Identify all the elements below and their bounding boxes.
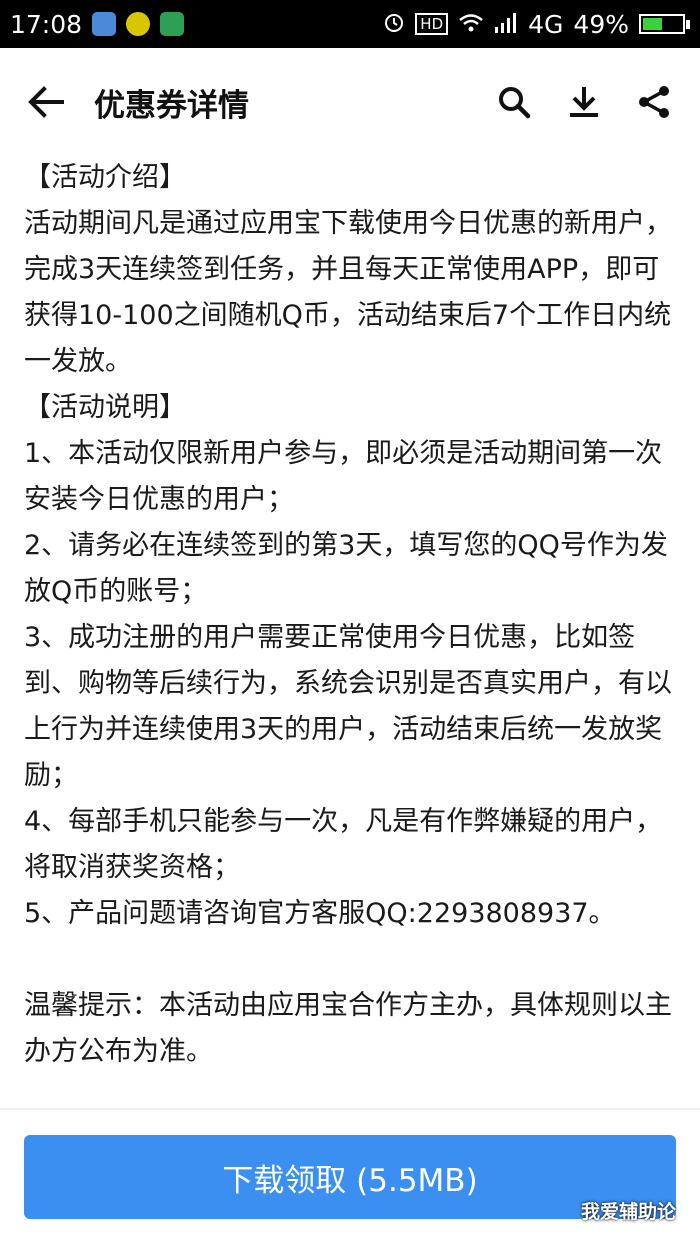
page-title: 优惠券详情 [94, 87, 249, 124]
alarm-icon [383, 10, 405, 39]
status-time: 17:08 [10, 9, 83, 39]
battery-percent: 49% [573, 9, 629, 39]
divider [0, 1108, 700, 1110]
plus-badge-icon [126, 12, 151, 36]
wifi-icon [458, 10, 484, 39]
text-line: 【活动说明】 [24, 392, 186, 423]
download-claim-button[interactable]: 下载领取 (5.5MB) [24, 1135, 676, 1219]
download-claim-label: 下载领取 (5.5MB) [222, 1162, 478, 1199]
coupon-description: 【活动介绍】 活动期间凡是通过应用宝下载使用今日优惠的新用户， 完成3天连续签到… [24, 155, 684, 1075]
status-right: HD 4G 49% [373, 10, 690, 39]
text-line: 2、请务必在连续签到的第3天，填写您的QQ号作为发 [24, 530, 668, 561]
text-line: 5、产品问题请咨询官方客服QQ:2293808937。 [24, 898, 616, 929]
text-line: 4、每部手机只能参与一次，凡是有作弊嫌疑的用户， [24, 806, 663, 837]
back-button[interactable] [24, 80, 68, 124]
text-line: 一发放。 [24, 346, 132, 377]
text-line: 办方公布为准。 [24, 1036, 213, 1067]
text-line: 完成3天连续签到任务，并且每天正常使用APP，即可 [24, 254, 660, 285]
text-line: 将取消获奖资格； [24, 852, 240, 883]
watermark: 我爱辅助论 [580, 1201, 676, 1223]
text-line: 获得10-100之间随机Q币，活动结束后7个工作日内统 [24, 300, 672, 331]
app-bar: 优惠券详情 [0, 48, 700, 156]
text-line: 安装今日优惠的用户； [24, 484, 294, 515]
hd-badge: HD [415, 13, 449, 35]
network-type: 4G [528, 9, 564, 39]
text-line: 温馨提示：本活动由应用宝合作方主办，具体规则以主 [24, 990, 672, 1021]
download-action-button[interactable] [562, 80, 606, 124]
text-line: 【活动介绍】 [24, 162, 186, 193]
scan-icon [160, 12, 185, 36]
battery-icon [639, 14, 690, 34]
search-icon [499, 87, 531, 119]
text-line: 活动期间凡是通过应用宝下载使用今日优惠的新用户， [24, 208, 672, 239]
text-line: 励； [24, 760, 78, 791]
text-line: 到、购物等后续行为，系统会识别是否真实用户，有以 [24, 668, 672, 699]
wechat-icon [92, 12, 117, 36]
text-line: 3、成功注册的用户需要正常使用今日优惠，比如签 [24, 622, 636, 653]
download-icon [570, 87, 598, 117]
search-button[interactable] [492, 80, 536, 124]
text-line: 上行为并连续使用3天的用户，活动结束后统一发放奖 [24, 714, 663, 745]
share-icon [639, 86, 669, 118]
signal-icon [494, 10, 518, 39]
text-line: 放Q币的账号； [24, 576, 208, 607]
status-bar: 17:08 HD 4G 49% [0, 0, 700, 48]
text-line: 1、本活动仅限新用户参与，即必须是活动期间第一次 [24, 438, 663, 469]
status-left: 17:08 [10, 10, 194, 39]
back-arrow-icon [28, 86, 64, 118]
share-button[interactable] [632, 80, 676, 124]
